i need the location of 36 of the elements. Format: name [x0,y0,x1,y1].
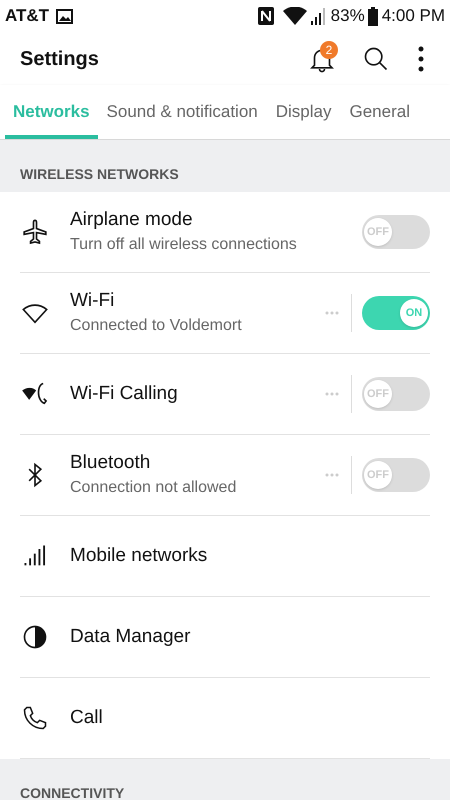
row-title: Airplane mode [70,208,194,232]
row-title: Call [70,706,104,730]
search-icon [362,44,390,72]
settings-row[interactable]: Mobile networks [20,516,430,597]
row-subtitle: Connected to Voldemort [70,316,243,336]
section-header: WIRELESS NETWORKS [20,165,179,184]
more-dots-icon [325,392,339,396]
tab[interactable]: Sound & notification [98,85,267,139]
carrier-name: AT&T [5,5,50,28]
more-dots-icon [325,311,339,315]
settings-row[interactable]: Data Manager [20,597,430,678]
row-subtitle: Turn off all wireless connections [70,235,298,255]
row-title: Wi-Fi [70,289,116,313]
more-dots-icon [325,473,339,477]
section-header: CONNECTIVITY [20,784,124,800]
menu-icon [418,46,424,72]
row-title: Wi-Fi Calling [70,382,179,406]
signal-icon [310,7,328,25]
phone-icon [21,704,49,732]
airplane-icon [21,218,49,246]
image-icon [56,8,74,24]
row-title: Data Manager [70,625,192,649]
tab[interactable]: Display [266,85,340,139]
settings-row[interactable]: Wi-Fi Connected to Voldemort ON [20,273,430,354]
battery-icon [368,6,378,26]
row-title: Bluetooth [70,451,152,475]
battery-percent: 83% [330,5,365,28]
wifi-icon [282,7,307,25]
row-subtitle: Connection not allowed [70,478,238,498]
clock: 4:00 PM [382,5,445,28]
nfc-icon [258,7,274,25]
row-title: Mobile networks [70,544,208,568]
pie-chart-icon [21,623,49,651]
page-title: Settings [20,46,100,72]
notification-badge: 2 [320,40,338,58]
tab[interactable]: General [340,85,419,139]
